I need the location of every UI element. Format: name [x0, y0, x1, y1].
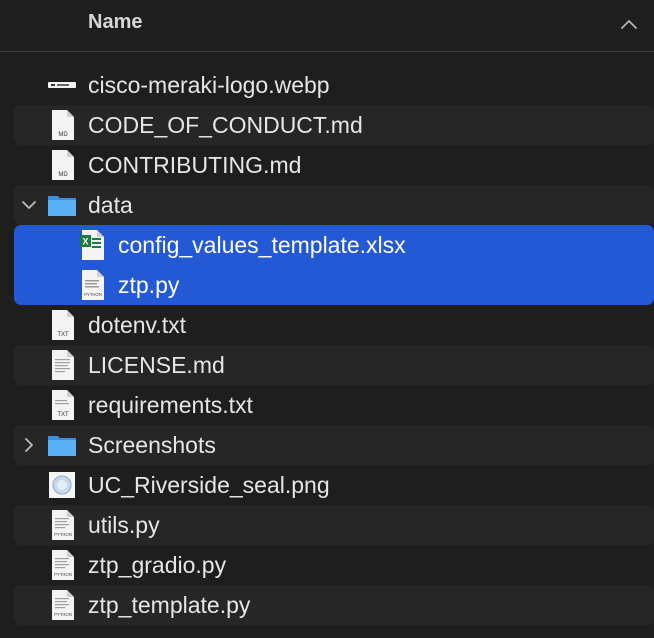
document-icon [52, 350, 74, 380]
file-name: UC_Riverside_seal.png [88, 472, 330, 498]
file-badge: PYTHON [54, 612, 71, 617]
file-badge: PYTHON [54, 532, 71, 537]
file-name: CODE_OF_CONDUCT.md [88, 112, 363, 138]
python-file-icon: PYTHON [52, 590, 74, 620]
file-row-utils-py[interactable]: PYTHON utils.py [14, 505, 654, 545]
column-header: Name [0, 0, 654, 52]
file-name: ztp.py [118, 272, 180, 298]
file-name: ztp_template.py [88, 592, 251, 618]
file-row-uc-riverside-seal[interactable]: UC_Riverside_seal.png [14, 465, 654, 505]
python-file-icon: PYTHON [52, 510, 74, 540]
markdown-file-icon: MD [52, 150, 74, 180]
file-row-contributing[interactable]: MD CONTRIBUTING.md [14, 145, 654, 185]
png-image-icon [49, 472, 75, 498]
folder-name: Screenshots [88, 432, 216, 458]
file-badge: TXT [57, 412, 69, 418]
folder-row-screenshots[interactable]: Screenshots [14, 425, 654, 465]
file-row-ztp-template-py[interactable]: PYTHON ztp_template.py [14, 585, 654, 625]
file-badge: PYTHON [84, 292, 101, 297]
sort-ascending-icon[interactable] [618, 14, 640, 36]
excel-file-icon: X [80, 230, 104, 260]
text-file-icon: TXT [52, 390, 74, 420]
file-row-config-values-template[interactable]: X config_values_template.xlsx [14, 225, 654, 265]
file-name: CONTRIBUTING.md [88, 152, 302, 178]
file-badge: MD [58, 132, 68, 138]
file-name: requirements.txt [88, 392, 253, 418]
webp-image-icon [48, 82, 76, 88]
name-column-header[interactable]: Name [88, 11, 142, 34]
python-file-icon: PYTHON [82, 270, 104, 300]
text-file-icon: TXT [52, 310, 74, 340]
folder-row-data[interactable]: data [14, 185, 654, 225]
file-row-requirements[interactable]: TXT requirements.txt [14, 385, 654, 425]
chevron-right-icon[interactable] [20, 436, 38, 454]
file-badge: MD [58, 172, 68, 178]
chevron-down-icon[interactable] [20, 196, 38, 214]
file-name: dotenv.txt [88, 312, 187, 338]
file-row-code-of-conduct[interactable]: MD CODE_OF_CONDUCT.md [14, 105, 654, 145]
file-name: config_values_template.xlsx [118, 232, 406, 258]
svg-text:X: X [82, 237, 88, 247]
file-name: ztp_gradio.py [88, 552, 227, 578]
folder-name: data [88, 192, 133, 218]
folder-icon [48, 196, 76, 216]
file-badge: TXT [57, 332, 69, 338]
file-row-cisco-meraki-logo[interactable]: cisco-meraki-logo.webp [14, 65, 654, 105]
file-row-ztp-gradio-py[interactable]: PYTHON ztp_gradio.py [14, 545, 654, 585]
python-file-icon: PYTHON [52, 550, 74, 580]
file-row-ztp-py[interactable]: PYTHON ztp.py [14, 265, 654, 305]
file-name: utils.py [88, 512, 160, 538]
file-row-dotenv[interactable]: TXT dotenv.txt [14, 305, 654, 345]
folder-icon [48, 436, 76, 456]
file-row-license[interactable]: LICENSE.md [14, 345, 654, 385]
file-name: LICENSE.md [88, 352, 225, 378]
markdown-file-icon: MD [52, 110, 74, 140]
file-name: cisco-meraki-logo.webp [88, 72, 330, 98]
file-badge: PYTHON [54, 572, 71, 577]
